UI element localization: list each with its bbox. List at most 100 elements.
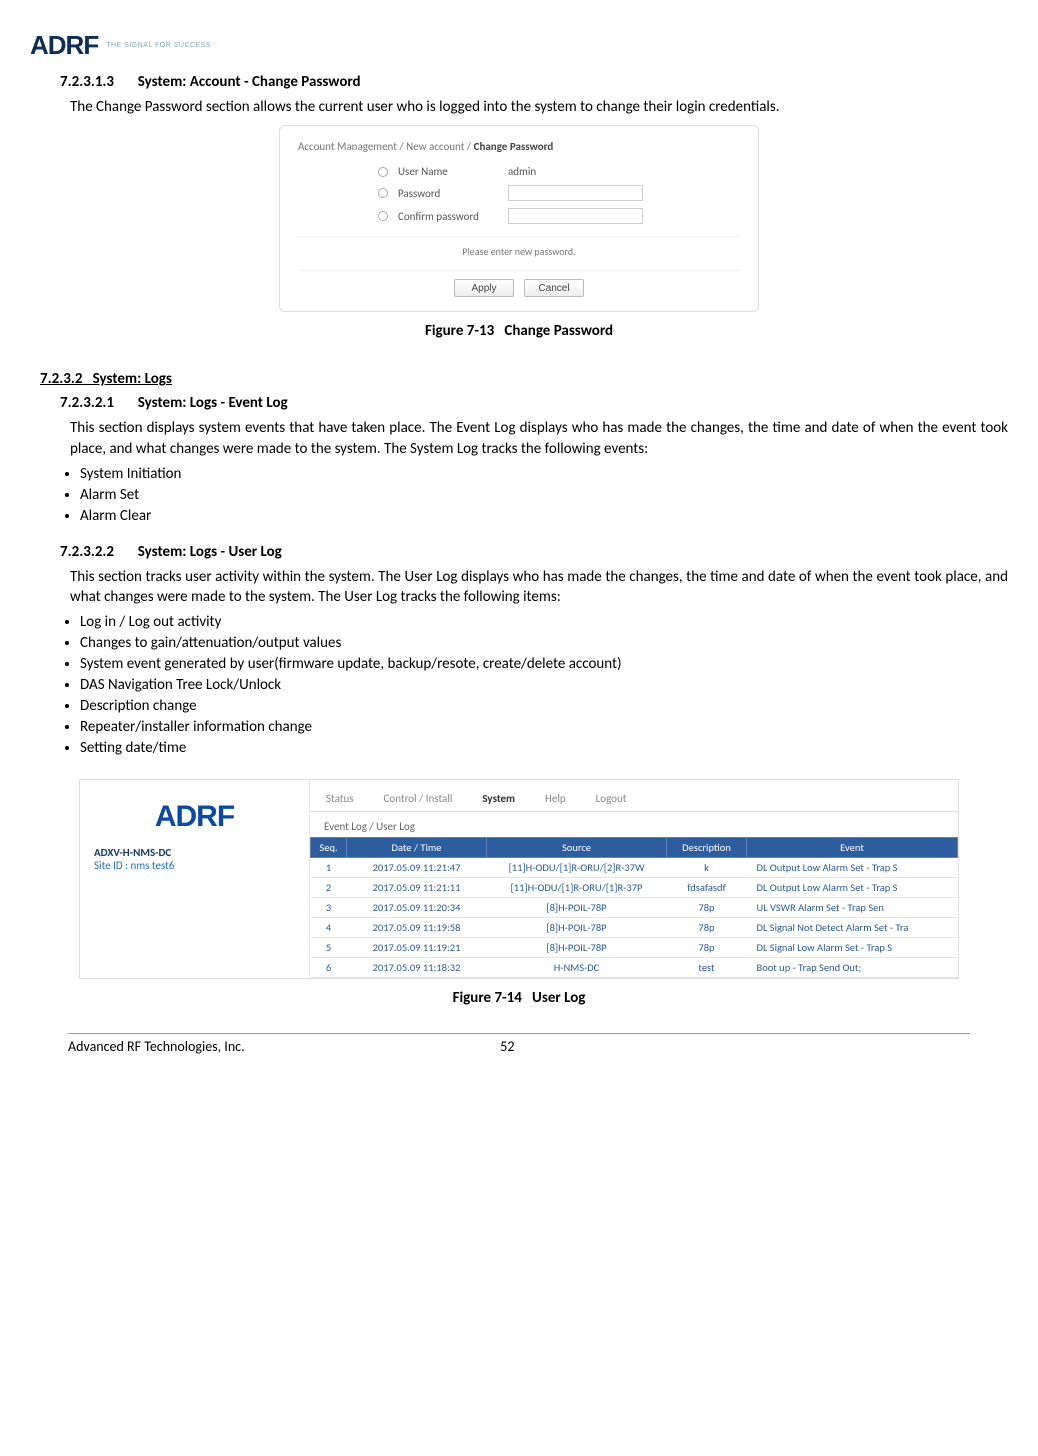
- heading-num: 7.2.3.1.3: [60, 73, 114, 91]
- username-label: User Name: [398, 165, 498, 178]
- cell-description: 78p: [667, 938, 747, 958]
- event-log-bullets: System Initiation Alarm Set Alarm Clear: [80, 465, 1008, 525]
- fig-7-14-panel: ADRF ADXV-H-NMS-DC Site ID : nms test6 S…: [79, 779, 959, 979]
- heading-7-2-3-2-2: 7.2.3.2.2 System: Logs - User Log: [60, 543, 1008, 561]
- cell-source: [8]H-POIL-78P: [487, 918, 667, 938]
- para-7-2-3-2-2: This section tracks user activity within…: [70, 567, 1008, 608]
- col-source: Source: [487, 838, 667, 858]
- logo-tagline: THE SIGNAL FOR SUCCESS: [106, 42, 211, 49]
- col-seq: Seq.: [311, 838, 347, 858]
- apply-button[interactable]: Apply: [454, 279, 514, 297]
- tab-status[interactable]: Status: [326, 792, 354, 805]
- heading-7-2-3-1-3: 7.2.3.1.3 System: Account - Change Passw…: [60, 73, 1008, 91]
- tab-control[interactable]: Control / Install: [384, 792, 453, 805]
- col-event: Event: [747, 838, 958, 858]
- bullet-item: Setting date/time: [80, 739, 1008, 757]
- footer-company: Advanced RF Technologies, Inc.: [68, 1038, 245, 1055]
- cell-datetime: 2017.05.09 11:21:47: [347, 858, 487, 878]
- caption-num: Figure 7-14: [453, 989, 522, 1007]
- table-row: 12017.05.09 11:21:47[11]H-ODU/[1]R-ORU/[…: [311, 858, 958, 878]
- fig-subtab: Event Log / User Log: [310, 812, 958, 837]
- cell-datetime: 2017.05.09 11:18:32: [347, 958, 487, 978]
- table-row: 62017.05.09 11:18:32H-NMS-DCtestBoot up …: [311, 958, 958, 978]
- page-header-logo: ADRF THE SIGNAL FOR SUCCESS: [30, 30, 1008, 61]
- fig-7-13-caption: Figure 7-13 Change Password: [30, 322, 1008, 340]
- bullet-item: System event generated by user(firmware …: [80, 655, 1008, 673]
- fig-tabs: Status Control / Install System Help Log…: [310, 780, 958, 812]
- cell-seq: 4: [311, 918, 347, 938]
- cell-event: DL Output Low Alarm Set - Trap S: [747, 858, 958, 878]
- heading-num: 7.2.3.2.2: [60, 543, 114, 561]
- cell-source: H-NMS-DC: [487, 958, 667, 978]
- cell-event: UL VSWR Alarm Set - Trap Sen: [747, 898, 958, 918]
- cell-seq: 2: [311, 878, 347, 898]
- bullet-item: Alarm Clear: [80, 507, 1008, 525]
- sidebar-system: ADXV-H-NMS-DC: [94, 846, 295, 859]
- logo-text: ADRF: [30, 30, 98, 61]
- bullet-item: System Initiation: [80, 465, 1008, 483]
- cell-source: [8]H-POIL-78P: [487, 898, 667, 918]
- cancel-button[interactable]: Cancel: [524, 279, 584, 297]
- cell-source: [11]H-ODU/[1]R-ORU/[2]R-37W: [487, 858, 667, 878]
- fig-7-13-panel: Account Management / New account / Chang…: [279, 125, 759, 312]
- cell-datetime: 2017.05.09 11:21:11: [347, 878, 487, 898]
- password-label: Password: [398, 187, 498, 200]
- password-row: Password: [298, 185, 740, 201]
- table-row: 22017.05.09 11:21:11[11]H-ODU/[1]R-ORU/[…: [311, 878, 958, 898]
- password-input[interactable]: [508, 185, 643, 201]
- tab-system[interactable]: System: [482, 792, 515, 805]
- heading-title: System: Logs - User Log: [138, 543, 282, 561]
- cell-seq: 1: [311, 858, 347, 878]
- fig-sidebar: ADRF ADXV-H-NMS-DC Site ID : nms test6: [80, 780, 310, 978]
- crumb-prefix: Account Management / New account /: [298, 140, 474, 153]
- cell-event: Boot up - Trap Send Out;: [747, 958, 958, 978]
- cell-description: fdsafasdf: [667, 878, 747, 898]
- cell-datetime: 2017.05.09 11:19:58: [347, 918, 487, 938]
- cell-description: test: [667, 958, 747, 978]
- heading-num: 7.2.3.2.1: [60, 394, 114, 412]
- heading-title: System: Logs - Event Log: [138, 394, 288, 412]
- bullet-item: Log in / Log out activity: [80, 613, 1008, 631]
- heading-num: 7.2.3.2: [40, 370, 82, 388]
- cell-datetime: 2017.05.09 11:19:21: [347, 938, 487, 958]
- breadcrumb: Account Management / New account / Chang…: [298, 140, 740, 153]
- radio-icon: [378, 167, 388, 177]
- col-description: Description: [667, 838, 747, 858]
- username-row: User Name admin: [298, 165, 740, 178]
- username-value: admin: [508, 165, 536, 178]
- cell-source: [11]H-ODU/[1]R-ORU/[1]R-37P: [487, 878, 667, 898]
- cell-source: [8]H-POIL-78P: [487, 938, 667, 958]
- bullet-item: DAS Navigation Tree Lock/Unlock: [80, 676, 1008, 694]
- page-footer: Advanced RF Technologies, Inc. 52: [68, 1033, 970, 1055]
- prompt-message: Please enter new password.: [298, 245, 740, 258]
- tab-help[interactable]: Help: [545, 792, 566, 805]
- bullet-item: Changes to gain/attenuation/output value…: [80, 634, 1008, 652]
- heading-7-2-3-2: 7.2.3.2 System: Logs: [40, 370, 1008, 388]
- footer-page: 52: [500, 1038, 514, 1055]
- table-row: 42017.05.09 11:19:58[8]H-POIL-78P78pDL S…: [311, 918, 958, 938]
- bullet-item: Alarm Set: [80, 486, 1008, 504]
- cell-description: 78p: [667, 898, 747, 918]
- user-log-table: Seq. Date / Time Source Description Even…: [310, 837, 958, 978]
- cell-event: DL Signal Low Alarm Set - Trap S: [747, 938, 958, 958]
- caption-title: Change Password: [504, 322, 613, 340]
- para-7-2-3-1-3: The Change Password section allows the c…: [70, 97, 998, 117]
- radio-icon: [378, 211, 388, 221]
- cell-seq: 6: [311, 958, 347, 978]
- heading-title: System: Logs: [93, 370, 172, 388]
- caption-title: User Log: [532, 989, 585, 1007]
- cell-description: k: [667, 858, 747, 878]
- table-row: 32017.05.09 11:20:34[8]H-POIL-78P78pUL V…: [311, 898, 958, 918]
- confirm-input[interactable]: [508, 208, 643, 224]
- cell-seq: 3: [311, 898, 347, 918]
- sidebar-logo: ADRF: [94, 800, 295, 834]
- col-date-time: Date / Time: [347, 838, 487, 858]
- cell-event: DL Signal Not Detect Alarm Set - Tra: [747, 918, 958, 938]
- tab-logout[interactable]: Logout: [596, 792, 627, 805]
- bullet-item: Description change: [80, 697, 1008, 715]
- caption-num: Figure 7-13: [425, 322, 494, 340]
- cell-seq: 5: [311, 938, 347, 958]
- user-log-bullets: Log in / Log out activity Changes to gai…: [80, 613, 1008, 757]
- fig-7-14-caption: Figure 7-14 User Log: [30, 989, 1008, 1007]
- fig-main: Status Control / Install System Help Log…: [310, 780, 958, 978]
